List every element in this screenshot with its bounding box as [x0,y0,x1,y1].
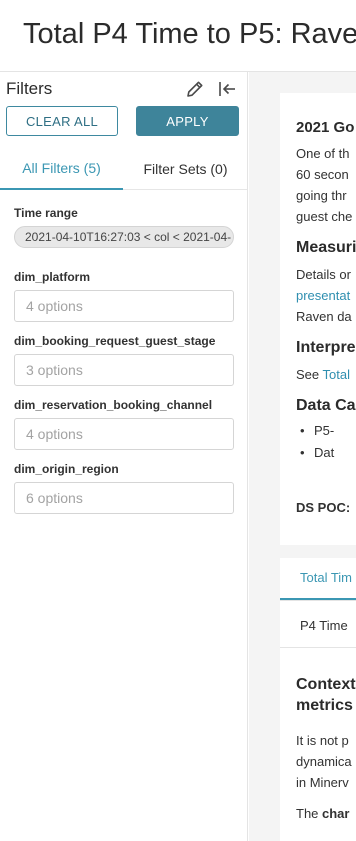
goal-heading: 2021 Go [296,119,355,136]
guest-stage-select[interactable]: 3 options [14,354,234,386]
sub-tab-p4-time[interactable]: P4 Time [300,618,348,633]
filter-tabs: All Filters (5) Filter Sets (0) [0,148,247,190]
intro-line: going thr [296,188,347,203]
see-prefix: See [296,367,323,382]
filter-dim-booking-request-guest-stage: dim_booking_request_guest_stage 3 option… [14,334,234,386]
dashboard-content: 2021 Go One of th 60 secon going thr gue… [249,72,356,841]
ds-poc-label: DS POC: [296,500,351,515]
note-prefix: The [296,806,323,821]
list-item: Dat [300,445,334,460]
tabs-card: Total Tim P4 Time Context metrics It is … [280,558,356,841]
dashboard-title: Total P4 Time to P5: Raven [23,18,356,50]
context-heading: Context [296,676,356,693]
filter-label: Time range [14,206,78,220]
details-line: Raven da [296,309,352,324]
see-line: See Total [296,367,350,382]
collapse-sidebar-icon[interactable] [216,78,238,100]
filter-dim-origin-region: dim_origin_region 6 options [14,462,234,514]
filter-dim-platform: dim_platform 4 options [14,270,234,322]
list-item: P5- [300,423,334,438]
filter-sidebar-title: Filters [6,79,53,98]
context-line: It is not p [296,733,349,748]
filter-dim-reservation-booking-channel: dim_reservation_booking_channel 4 option… [14,398,234,450]
booking-channel-select[interactable]: 4 options [14,418,234,450]
active-tab-indicator [280,598,356,600]
note-bold: char [322,806,350,821]
tab-total-time[interactable]: Total Tim [300,570,352,585]
measuring-heading: Measuri [296,239,356,256]
filter-label: dim_platform [14,270,91,284]
origin-region-select[interactable]: 6 options [14,482,234,514]
details-line: Details or [296,267,351,282]
intro-line: 60 secon [296,167,349,182]
total-link[interactable]: Total [323,367,350,382]
data-catalog-heading: Data Ca [296,397,356,414]
filter-label: dim_reservation_booking_channel [14,398,213,412]
divider [280,647,356,648]
divider [280,600,356,601]
dashboard-header: Total P4 Time to P5: Raven [0,0,356,72]
intro-line: One of th [296,146,350,161]
dim-platform-select[interactable]: 4 options [14,290,234,322]
filter-sidebar-header: Filters [6,78,237,102]
filter-time-range: Time range 2021-04-10T16:27:03 < col < 2… [14,206,234,248]
clear-all-button[interactable]: CLEAR ALL [6,106,118,136]
interpretation-heading: Interpre [296,339,356,356]
markdown-card: 2021 Go One of th 60 secon going thr gue… [280,93,356,545]
apply-button[interactable]: APPLY [136,106,239,136]
context-heading: metrics [296,697,353,714]
context-line: in Minerv [296,775,349,790]
tab-filter-sets[interactable]: Filter Sets (0) [124,148,247,190]
pencil-icon[interactable] [184,78,206,100]
tab-all-filters[interactable]: All Filters (5) [0,148,123,190]
presentation-link[interactable]: presentat [296,288,350,303]
time-range-value[interactable]: 2021-04-10T16:27:03 < col < 2021-04- [14,226,234,248]
context-line: dynamica [296,754,352,769]
filter-label: dim_origin_region [14,462,119,476]
intro-line: guest che [296,209,353,224]
chart-note-line: The char [296,806,349,821]
filter-sidebar: Filters CLEAR ALL APPLY All Filters (5) … [0,72,248,841]
filter-label: dim_booking_request_guest_stage [14,334,216,348]
